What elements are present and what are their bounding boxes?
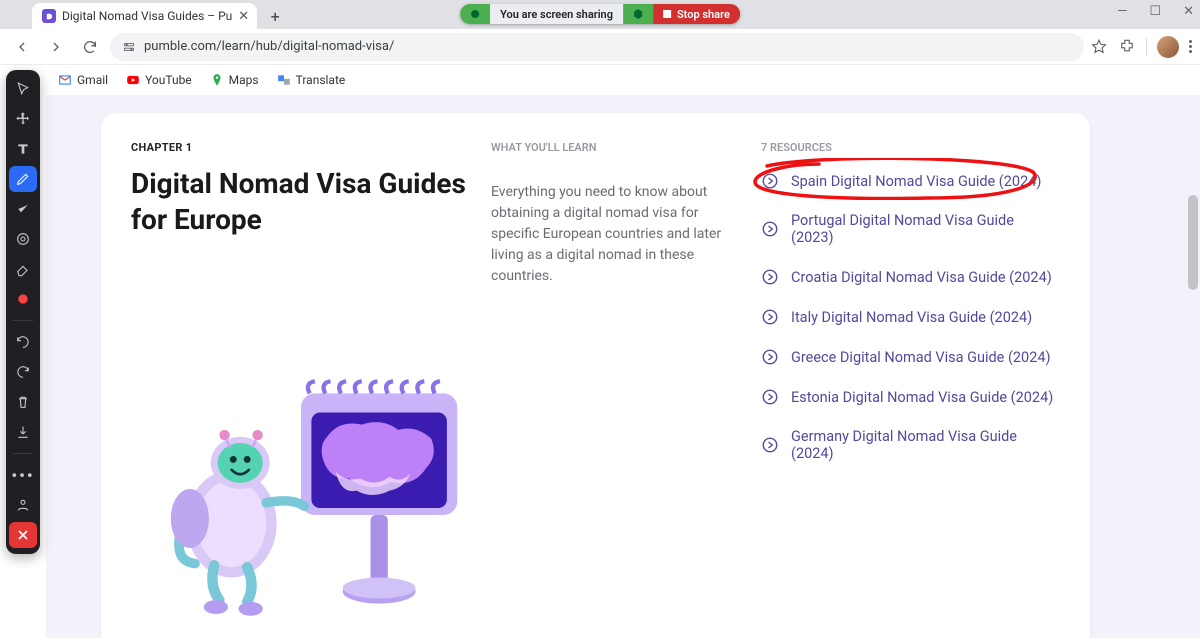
resources-column: 7 RESOURCES Spain Digital Nomad Visa Gui… — [761, 141, 1060, 628]
window-tab-bar: Digital Nomad Visa Guides – Pu ✕ + — ☐ ✕… — [0, 0, 1200, 29]
page-body: CHAPTER 1 Digital Nomad Visa Guides for … — [46, 95, 1200, 638]
tab-close-icon[interactable]: ✕ — [238, 9, 249, 24]
bookmark-label: YouTube — [145, 73, 192, 87]
undo-button[interactable] — [9, 329, 37, 355]
resource-link-portugal[interactable]: Portugal Digital Nomad Visa Guide (2023) — [761, 212, 1060, 246]
url-text: pumble.com/learn/hub/digital-nomad-visa/ — [144, 39, 394, 54]
page-scrollbar[interactable] — [1188, 195, 1198, 632]
bookmark-gmail[interactable]: Gmail — [58, 73, 108, 87]
resource-title: Germany Digital Nomad Visa Guide (2024) — [791, 428, 1060, 462]
extensions-icon[interactable] — [1118, 38, 1136, 56]
share-status-icon — [460, 4, 490, 24]
chapter-card: CHAPTER 1 Digital Nomad Visa Guides for … — [101, 113, 1090, 638]
resource-link-greece[interactable]: Greece Digital Nomad Visa Guide (2024) — [761, 348, 1060, 366]
maximize-icon[interactable]: ☐ — [1149, 4, 1161, 19]
hero-column: CHAPTER 1 Digital Nomad Visa Guides for … — [131, 141, 471, 628]
window-controls: — ☐ ✕ — [1117, 4, 1194, 19]
record-tool[interactable] — [9, 286, 37, 312]
arrow-circle-icon — [761, 348, 779, 366]
resource-link-spain[interactable]: Spain Digital Nomad Visa Guide (2024) — [761, 172, 1060, 190]
trash-button[interactable] — [9, 389, 37, 415]
arrow-circle-icon — [761, 436, 779, 454]
tab-favicon — [42, 9, 56, 23]
redo-button[interactable] — [9, 359, 37, 385]
target-tool[interactable] — [9, 226, 37, 252]
resource-title: Croatia Digital Nomad Visa Guide (2024) — [791, 269, 1052, 286]
separator — [1146, 38, 1147, 56]
text-tool[interactable] — [9, 136, 37, 162]
move-tool[interactable] — [9, 106, 37, 132]
stop-share-button[interactable]: Stop share — [653, 4, 740, 24]
tab-title: Digital Nomad Visa Guides – Pu — [62, 9, 232, 23]
share-message: You are screen sharing — [490, 4, 623, 24]
bookmark-label: Translate — [296, 73, 346, 87]
cursor-tool[interactable] — [9, 76, 37, 102]
back-button[interactable] — [8, 33, 36, 61]
arrow-circle-icon — [761, 268, 779, 286]
more-tools-button[interactable]: ••• — [9, 462, 37, 488]
pen-tool[interactable] — [9, 166, 37, 192]
forward-button[interactable] — [42, 33, 70, 61]
chapter-label: CHAPTER 1 — [131, 141, 471, 154]
minimize-icon[interactable]: — — [1117, 4, 1127, 19]
resource-link-croatia[interactable]: Croatia Digital Nomad Visa Guide (2024) — [761, 268, 1060, 286]
bookmarks-bar: Gmail YouTube Maps Translate — [0, 65, 1200, 95]
learn-column: WHAT YOU'LL LEARN Everything you need to… — [491, 141, 741, 628]
check-tool[interactable] — [9, 196, 37, 222]
reload-button[interactable] — [76, 33, 104, 61]
arrow-circle-icon — [761, 308, 779, 326]
resource-link-estonia[interactable]: Estonia Digital Nomad Visa Guide (2024) — [761, 388, 1060, 406]
browser-menu-icon[interactable] — [1189, 40, 1192, 53]
resource-title: Spain Digital Nomad Visa Guide (2024) — [791, 173, 1041, 190]
screen-share-indicator: You are screen sharing Stop share — [460, 4, 740, 24]
learn-label: WHAT YOU'LL LEARN — [491, 141, 741, 154]
hero-illustration — [131, 268, 471, 628]
new-tab-button[interactable]: + — [265, 6, 285, 26]
browser-tab[interactable]: Digital Nomad Visa Guides – Pu ✕ — [32, 3, 257, 29]
share-settings-icon[interactable] — [623, 4, 653, 24]
address-bar[interactable]: pumble.com/learn/hub/digital-nomad-visa/ — [110, 33, 1084, 61]
arrow-circle-icon — [761, 172, 779, 190]
download-button[interactable] — [9, 419, 37, 445]
resource-title: Portugal Digital Nomad Visa Guide (2023) — [791, 212, 1060, 246]
bookmark-label: Maps — [229, 73, 259, 87]
resource-link-germany[interactable]: Germany Digital Nomad Visa Guide (2024) — [761, 428, 1060, 462]
bookmark-translate[interactable]: Translate — [277, 73, 346, 87]
page-title: Digital Nomad Visa Guides for Europe — [131, 166, 471, 238]
profile-avatar[interactable] — [1157, 36, 1179, 58]
eraser-tool[interactable] — [9, 256, 37, 282]
stop-icon — [663, 10, 671, 18]
learn-description: Everything you need to know about obtain… — [491, 182, 741, 287]
bookmark-star-icon[interactable] — [1090, 38, 1108, 56]
bookmark-youtube[interactable]: YouTube — [126, 73, 192, 87]
bookmark-maps[interactable]: Maps — [210, 73, 259, 87]
arrow-circle-icon — [761, 220, 779, 238]
site-settings-icon[interactable] — [122, 40, 136, 54]
resource-link-italy[interactable]: Italy Digital Nomad Visa Guide (2024) — [761, 308, 1060, 326]
scrollbar-thumb[interactable] — [1188, 195, 1198, 290]
bookmark-label: Gmail — [77, 73, 108, 87]
resource-title: Estonia Digital Nomad Visa Guide (2024) — [791, 389, 1053, 406]
resources-list: Spain Digital Nomad Visa Guide (2024) Po… — [761, 172, 1060, 462]
browser-toolbar: pumble.com/learn/hub/digital-nomad-visa/ — [0, 29, 1200, 65]
resource-title: Italy Digital Nomad Visa Guide (2024) — [791, 309, 1032, 326]
close-rail-button[interactable] — [9, 522, 37, 548]
window-close-icon[interactable]: ✕ — [1183, 4, 1194, 19]
arrow-circle-icon — [761, 388, 779, 406]
resources-label: 7 RESOURCES — [761, 141, 1060, 154]
resource-title: Greece Digital Nomad Visa Guide (2024) — [791, 349, 1051, 366]
stop-share-label: Stop share — [677, 8, 730, 21]
annotation-tool-rail: ••• — [6, 70, 40, 554]
people-tool[interactable] — [9, 492, 37, 518]
